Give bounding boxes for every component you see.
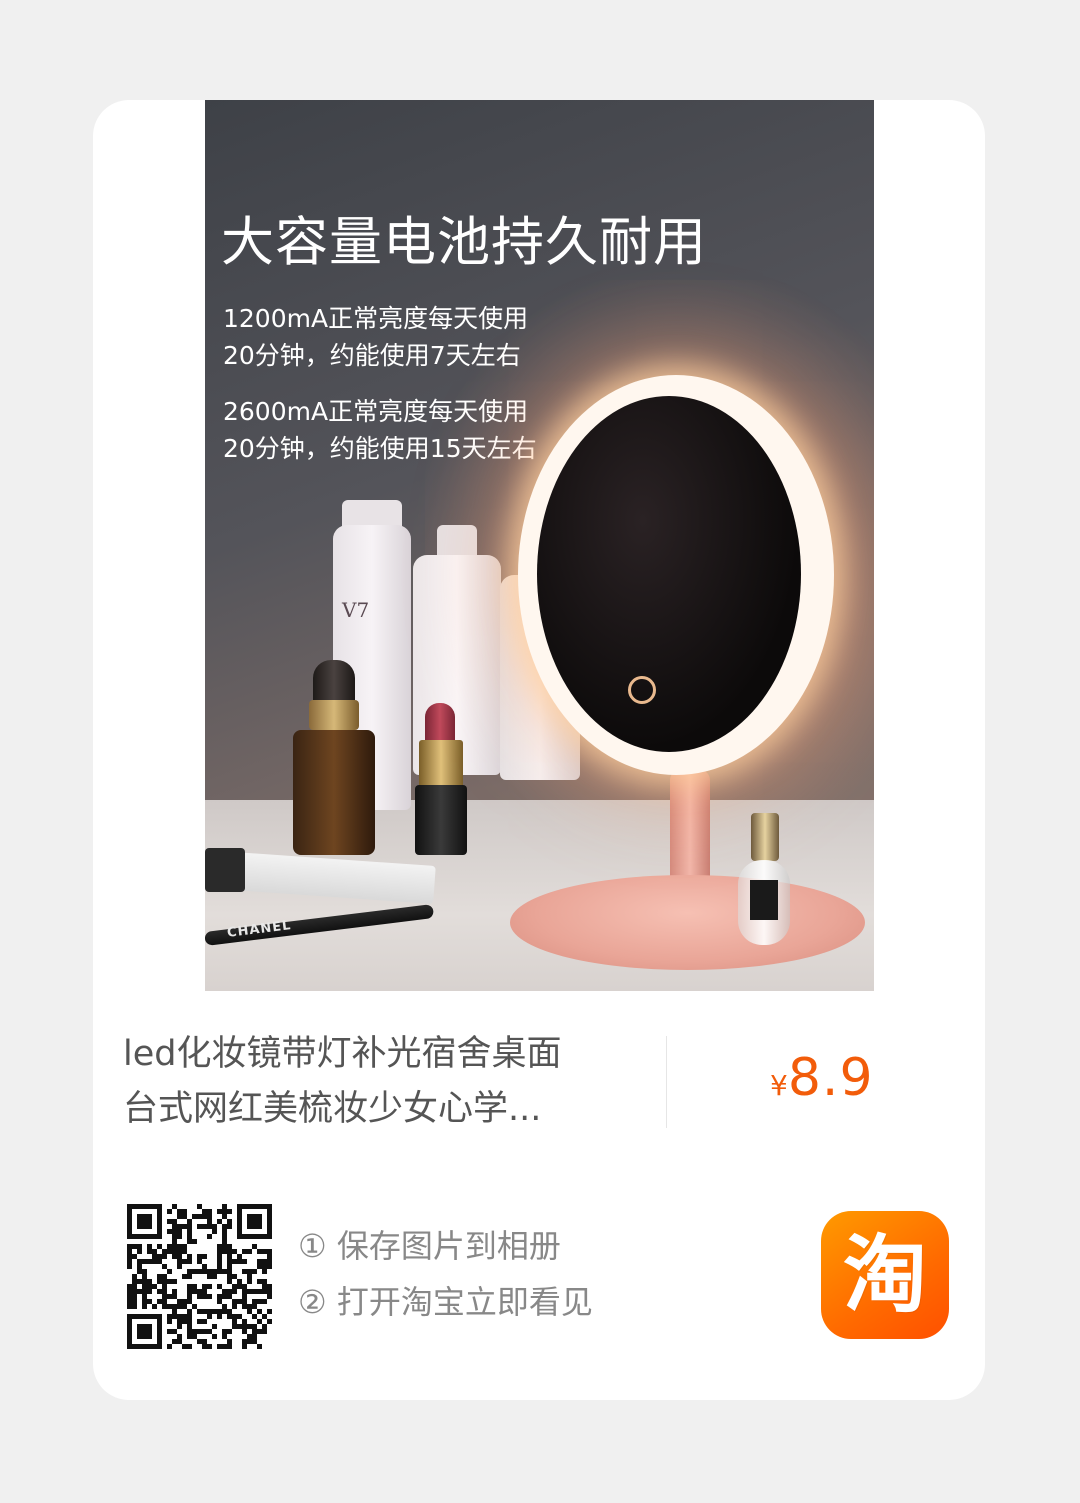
serum-ring bbox=[309, 700, 359, 730]
title-line: 台式网红美梳妆少女心学... bbox=[123, 1089, 542, 1129]
price: ¥8.9 bbox=[770, 1048, 874, 1108]
divider bbox=[666, 1036, 667, 1128]
taobao-app-icon[interactable]: 淘 bbox=[821, 1211, 949, 1339]
image-headline: 大容量电池持久耐用 bbox=[221, 212, 707, 273]
tube-cap bbox=[205, 848, 245, 892]
spec-line: 20分钟，约能使用15天左右 bbox=[223, 434, 537, 463]
product-title[interactable]: led化妆镜带灯补光宿舍桌面 台式网红美梳妆少女心学... bbox=[123, 1027, 603, 1137]
battery-spec-2600: 2600mA正常亮度每天使用 20分钟，约能使用15天左右 bbox=[223, 393, 537, 467]
perfume-label bbox=[750, 880, 778, 920]
lipstick-collar bbox=[419, 740, 463, 788]
mirror-base bbox=[510, 875, 865, 970]
share-steps: ① 保存图片到相册 ② 打开淘宝立即看见 bbox=[298, 1218, 593, 1330]
spec-line: 20分钟，约能使用7天左右 bbox=[223, 341, 521, 370]
step-open-taobao: ② 打开淘宝立即看见 bbox=[298, 1283, 593, 1321]
serum-bottle bbox=[293, 730, 375, 855]
currency-symbol: ¥ bbox=[770, 1069, 788, 1102]
step-save-image: ① 保存图片到相册 bbox=[298, 1227, 561, 1265]
spec-line: 1200mA正常亮度每天使用 bbox=[223, 304, 529, 333]
touch-button-icon bbox=[628, 676, 656, 704]
spec-line: 2600mA正常亮度每天使用 bbox=[223, 397, 529, 426]
title-line: led化妆镜带灯补光宿舍桌面 bbox=[123, 1034, 562, 1074]
share-card: 大容量电池持久耐用 1200mA正常亮度每天使用 20分钟，约能使用7天左右 2… bbox=[93, 100, 985, 1400]
mirror-glass bbox=[537, 396, 801, 752]
bottle-label: V7 bbox=[342, 598, 370, 622]
lipstick-bullet bbox=[425, 703, 455, 743]
taobao-logo-char: 淘 bbox=[842, 1226, 927, 1324]
product-image[interactable]: 大容量电池持久耐用 1200mA正常亮度每天使用 20分钟，约能使用7天左右 2… bbox=[205, 100, 874, 991]
battery-spec-1200: 1200mA正常亮度每天使用 20分钟，约能使用7天左右 bbox=[223, 300, 528, 374]
qr-code-icon[interactable] bbox=[127, 1204, 272, 1349]
perfume-cap bbox=[751, 813, 779, 861]
lipstick-case bbox=[415, 785, 467, 855]
price-value: 8.9 bbox=[787, 1048, 874, 1108]
